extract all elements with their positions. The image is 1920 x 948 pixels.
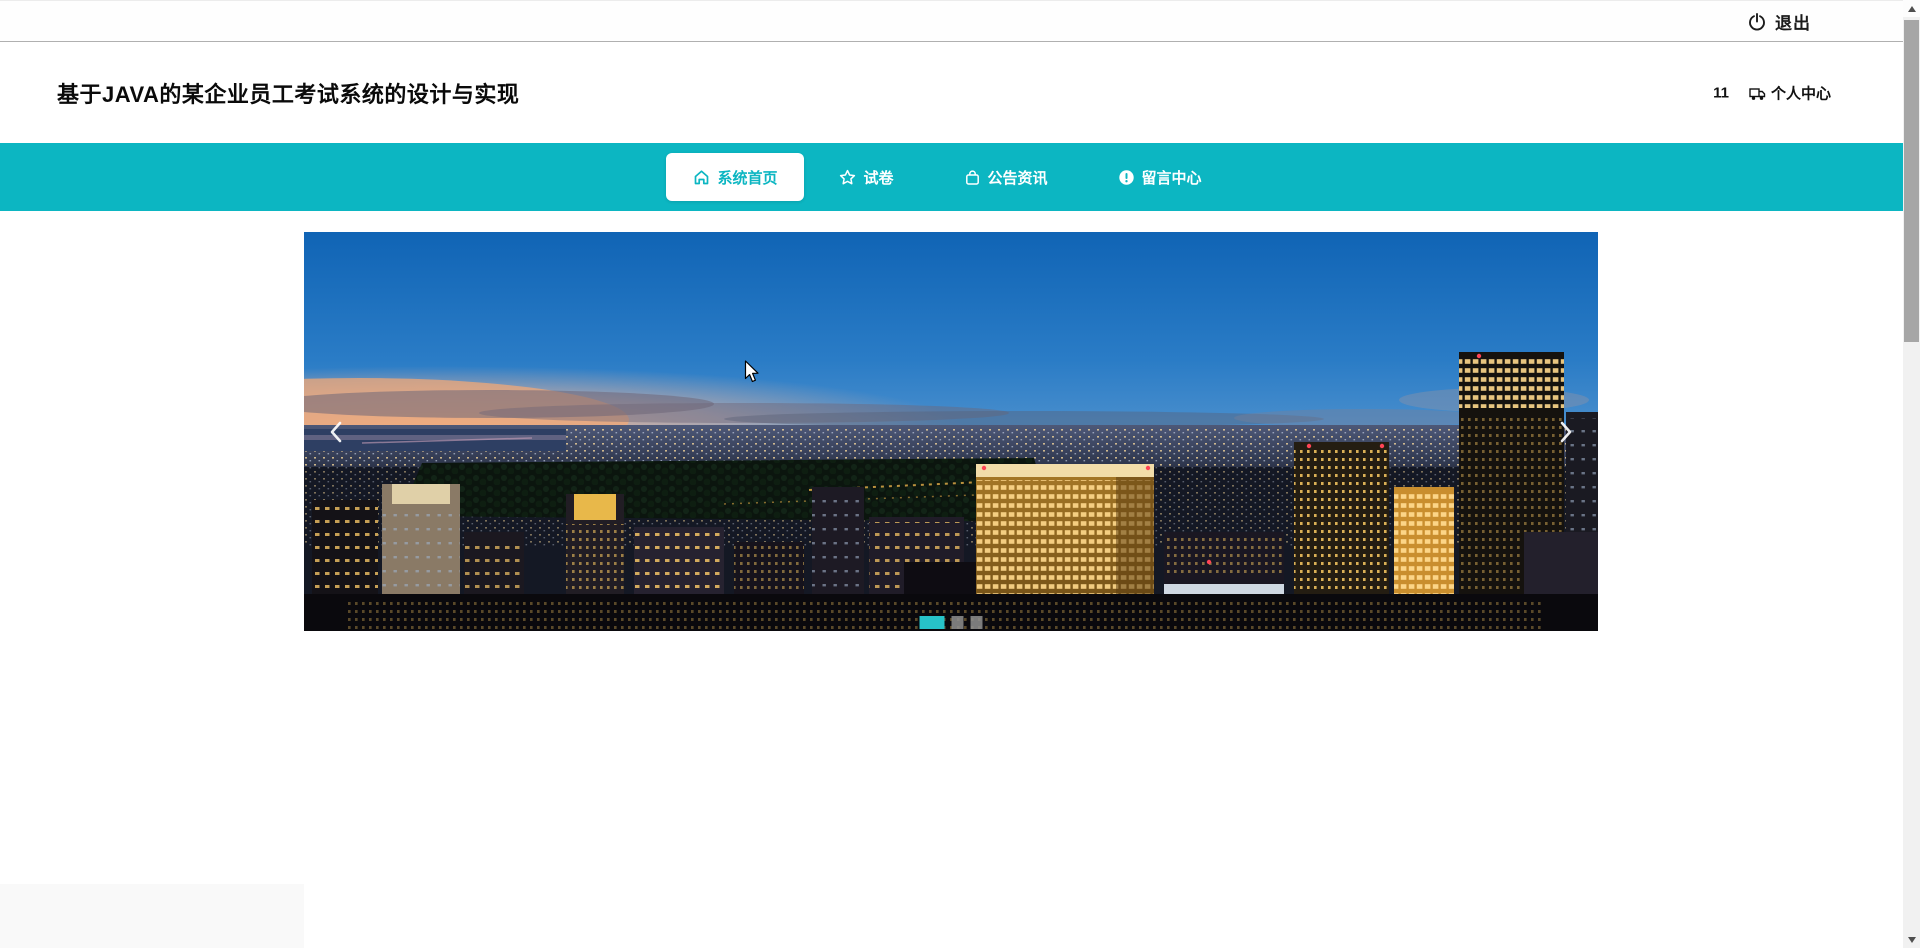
carousel-indicator-1[interactable] xyxy=(951,616,964,629)
page-title: 基于JAVA的某企业员工考试系统的设计与实现 xyxy=(57,82,520,107)
chevron-left-icon xyxy=(330,421,342,442)
triangle-down-icon xyxy=(1907,936,1916,943)
header: 基于JAVA的某企业员工考试系统的设计与实现 11 个人中心 xyxy=(0,43,1903,143)
tab-papers[interactable]: 试卷 xyxy=(804,143,928,211)
carousel xyxy=(304,232,1598,631)
carousel-image-city-night xyxy=(304,232,1598,631)
tab-announcements[interactable]: 公告资讯 xyxy=(929,143,1083,211)
tab-messages[interactable]: 留言中心 xyxy=(1083,143,1237,211)
star-icon xyxy=(840,169,856,184)
chevron-right-icon xyxy=(1560,421,1572,442)
message-count-badge: 11 xyxy=(1713,84,1729,102)
logout-label: 退出 xyxy=(1775,14,1811,33)
carousel-prev-button[interactable] xyxy=(318,414,354,450)
tab-messages-label: 留言中心 xyxy=(1141,169,1202,187)
tab-home[interactable]: 系统首页 xyxy=(666,153,805,201)
header-right: 11 个人中心 xyxy=(1713,83,1831,104)
power-icon xyxy=(1749,12,1765,30)
topbar: 退出 xyxy=(0,0,1903,42)
tab-papers-label: 试卷 xyxy=(863,169,894,187)
triangle-up-icon xyxy=(1907,5,1916,12)
truck-icon xyxy=(1749,87,1766,100)
carousel-next-button[interactable] xyxy=(1548,414,1584,450)
page: 退出 基于JAVA的某企业员工考试系统的设计与实现 11 个人中心 系统首页 试… xyxy=(0,0,1920,948)
carousel-indicators xyxy=(919,616,983,629)
scrollbar-thumb[interactable] xyxy=(1904,20,1919,342)
profile-center-label: 个人中心 xyxy=(1770,85,1831,103)
footer-placeholder xyxy=(0,884,304,948)
bag-icon xyxy=(965,169,979,185)
scrollbar[interactable] xyxy=(1903,0,1920,948)
scrollbar-down-button[interactable] xyxy=(1903,931,1920,948)
tab-home-label: 系统首页 xyxy=(717,169,778,187)
carousel-indicator-2[interactable] xyxy=(970,616,983,629)
tab-announcements-label: 公告资讯 xyxy=(987,169,1048,187)
main-nav: 系统首页 试卷 公告资讯 留言中心 xyxy=(0,143,1903,211)
logout-button[interactable]: 退出 xyxy=(1748,1,1811,42)
carousel-indicator-0[interactable] xyxy=(919,616,945,629)
home-icon xyxy=(695,169,709,184)
info-icon xyxy=(1118,169,1134,185)
scrollbar-up-button[interactable] xyxy=(1903,0,1920,17)
profile-center-link[interactable]: 个人中心 xyxy=(1749,83,1831,104)
